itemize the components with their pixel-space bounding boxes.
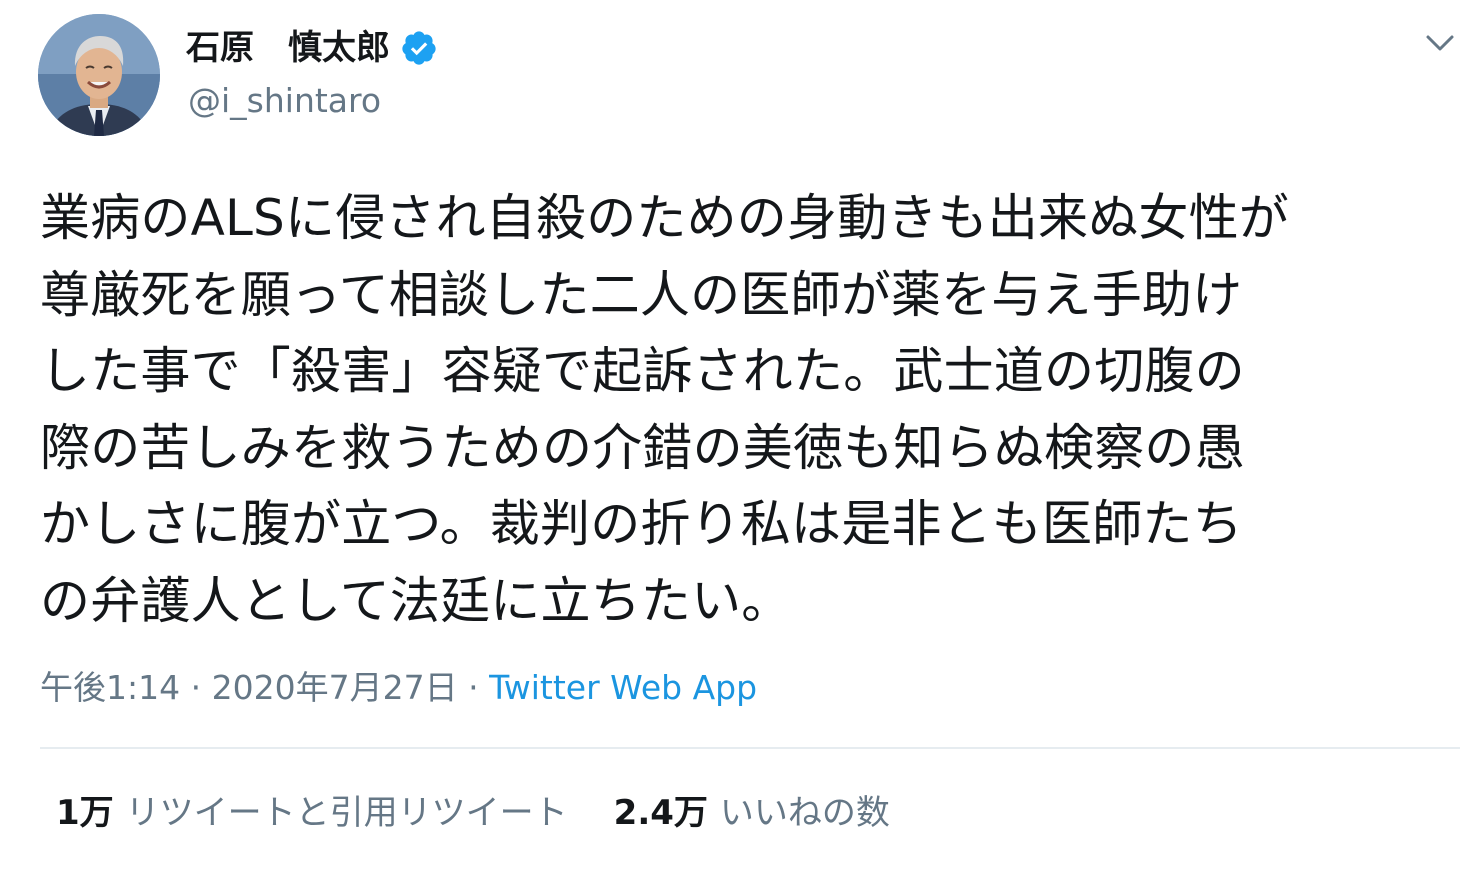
divider	[40, 747, 1460, 749]
display-name[interactable]: 石原 慎太郎	[186, 26, 390, 70]
tweet-text-line: 業病のALSに侵され自殺のための身動きも出来ぬ女性が	[40, 189, 1289, 247]
likes-stat[interactable]: 2.4万 いいねの数	[614, 788, 890, 838]
tweet-text-line: の弁護人として法廷に立ちたい。	[40, 571, 792, 630]
display-name-row[interactable]: 石原 慎太郎	[186, 26, 438, 70]
verified-badge-icon	[400, 29, 438, 67]
retweets-label: リツイートと引用リツイート	[125, 793, 568, 833]
tweet-stats: 1万 リツイートと引用リツイート 2.4万 いいねの数	[56, 788, 936, 838]
meta-separator: ·	[468, 668, 490, 707]
tweet-date[interactable]: 2020年7月27日	[212, 668, 458, 707]
likes-count: 2.4万	[613, 793, 708, 833]
user-handle[interactable]: @i_shintaro	[188, 80, 381, 122]
retweets-count: 1万	[56, 793, 114, 833]
likes-label: いいねの数	[719, 793, 890, 833]
chevron-down-icon[interactable]	[1424, 30, 1456, 56]
tweet-text-line: した事で「殺害」容疑で起訴された。武士道の切腹の	[40, 342, 1245, 400]
tweet-card: 石原 慎太郎 @i_shintaro 業病のALSに侵され自殺のための身動きも出…	[0, 0, 1484, 873]
tweet-meta: 午後1:14 · 2020年7月27日 · Twitter Web App	[40, 664, 757, 712]
tweet-text-line: 尊厳死を願って相談した二人の医師が薬を与え手助け	[40, 265, 1243, 324]
tweet-source-link[interactable]: Twitter Web App	[489, 668, 757, 707]
tweet-text: 業病のALSに侵され自殺のための身動きも出来ぬ女性が 尊厳死を願って相談した二人…	[40, 180, 1460, 639]
tweet-time[interactable]: 午後1:14	[40, 668, 180, 707]
avatar-image	[38, 14, 160, 136]
retweets-stat[interactable]: 1万 リツイートと引用リツイート	[56, 788, 568, 838]
tweet-text-line: かしさに腹が立つ。裁判の折り私は是非とも医師たち	[40, 495, 1243, 553]
avatar[interactable]	[38, 14, 160, 136]
tweet-text-line: 際の苦しみを救うための介錯の美徳も知らぬ検察の愚	[40, 418, 1245, 477]
meta-separator: ·	[190, 668, 212, 707]
